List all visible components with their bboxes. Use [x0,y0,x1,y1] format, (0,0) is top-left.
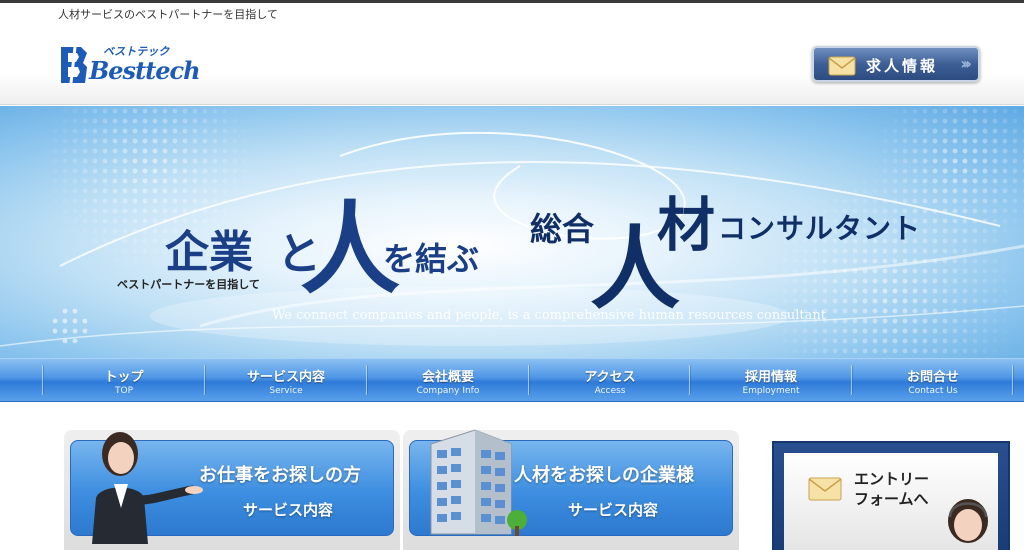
envelope-icon [828,56,856,76]
nav-item-sublabel: Employment [742,386,800,396]
entry-form-line2: フォームへ [854,490,929,508]
nav-item-label: アクセス [584,370,636,385]
nav-item-sublabel: Access [594,386,626,396]
hero-heading2-char: 材 [657,191,716,259]
page: 人材サービスのベストパートナーを目指して ベストテック Besttech 求人情… [0,0,1024,550]
main-content: お仕事をお探しの方 サービス内容 人材をお探しの企業様 サービス内容 エントリー… [0,402,1024,550]
envelope-icon [808,477,842,501]
nav-item-sublabel: TOP [114,386,133,396]
entry-form-label: エントリー フォームへ [854,469,929,509]
nav-item-label: 会社概要 [421,370,474,385]
nav-item-label: お問合せ [906,370,959,385]
header-tagline: 人材サービスのベストパートナーを目指して [58,8,278,21]
nav-item-access[interactable]: アクセス Access [529,359,691,401]
nav-item-sublabel: Contact Us [908,386,958,396]
nav-item-service[interactable]: サービス内容 Service [205,359,367,401]
nav-item-top[interactable]: トップ TOP [43,359,205,401]
hero-english-tagline: We connect companies and people, is a co… [272,308,826,323]
nav-item-sublabel: Company Info [416,386,480,396]
nav-item-label: サービス内容 [246,370,325,385]
employer-card: 人材をお探しの企業様 サービス内容 [403,429,739,550]
hero-heading-part1: 企業 [165,227,253,278]
logo-mark-icon [61,46,87,84]
hero-heading2-part2: コンサルタント [718,212,922,245]
job-seeker-title: お仕事をお探しの方 [199,465,361,486]
recruit-info-button[interactable]: 求人情報 ››› [812,46,980,82]
nav-item-contact[interactable]: お問合せ Contact Us [852,359,1014,401]
entry-form-line1: エントリー [854,470,930,488]
chevron-right-icon: ››› [960,54,972,73]
entry-form-panel: エントリー フォームへ [784,453,998,550]
nav-item-sublabel: Service [269,386,303,396]
employer-title: 人材をお探しの企業様 [514,465,694,486]
businesswoman-icon [92,432,203,544]
job-seeker-subtitle: サービス内容 [243,501,334,519]
nav-divider [1012,365,1013,395]
main-navigation: トップ TOP サービス内容 Service 会社概要 Company Info… [0,358,1024,402]
hero-heading2-part1: 総合 [530,210,595,248]
nav-item-label: トップ [104,370,144,385]
recruit-info-label: 求人情報 [866,57,939,75]
hero-heading-part2: を結ぶ [383,240,480,278]
operator-woman-icon [948,499,988,543]
logo-text: Besttech [89,56,201,85]
nav-item-label: 採用情報 [744,370,797,385]
nav-item-company-info[interactable]: 会社概要 Company Info [367,359,529,401]
job-seeker-card: お仕事をお探しの方 サービス内容 [64,430,400,550]
site-logo[interactable]: ベストテック Besttech [57,43,237,87]
hero-subtitle: ベストパートナーを目指して [117,278,260,291]
hero-banner: 企業 と 人 を結ぶ 総合 人 材 コンサルタント ベストパートナーを目指して … [0,106,1024,360]
nav-item-employment[interactable]: 採用情報 Employment [690,359,852,401]
site-header: 人材サービスのベストパートナーを目指して ベストテック Besttech 求人情… [0,3,1024,105]
entry-form-banner[interactable]: エントリー フォームへ [772,441,1010,550]
office-building-icon [430,429,527,536]
employer-subtitle: サービス内容 [568,501,659,519]
